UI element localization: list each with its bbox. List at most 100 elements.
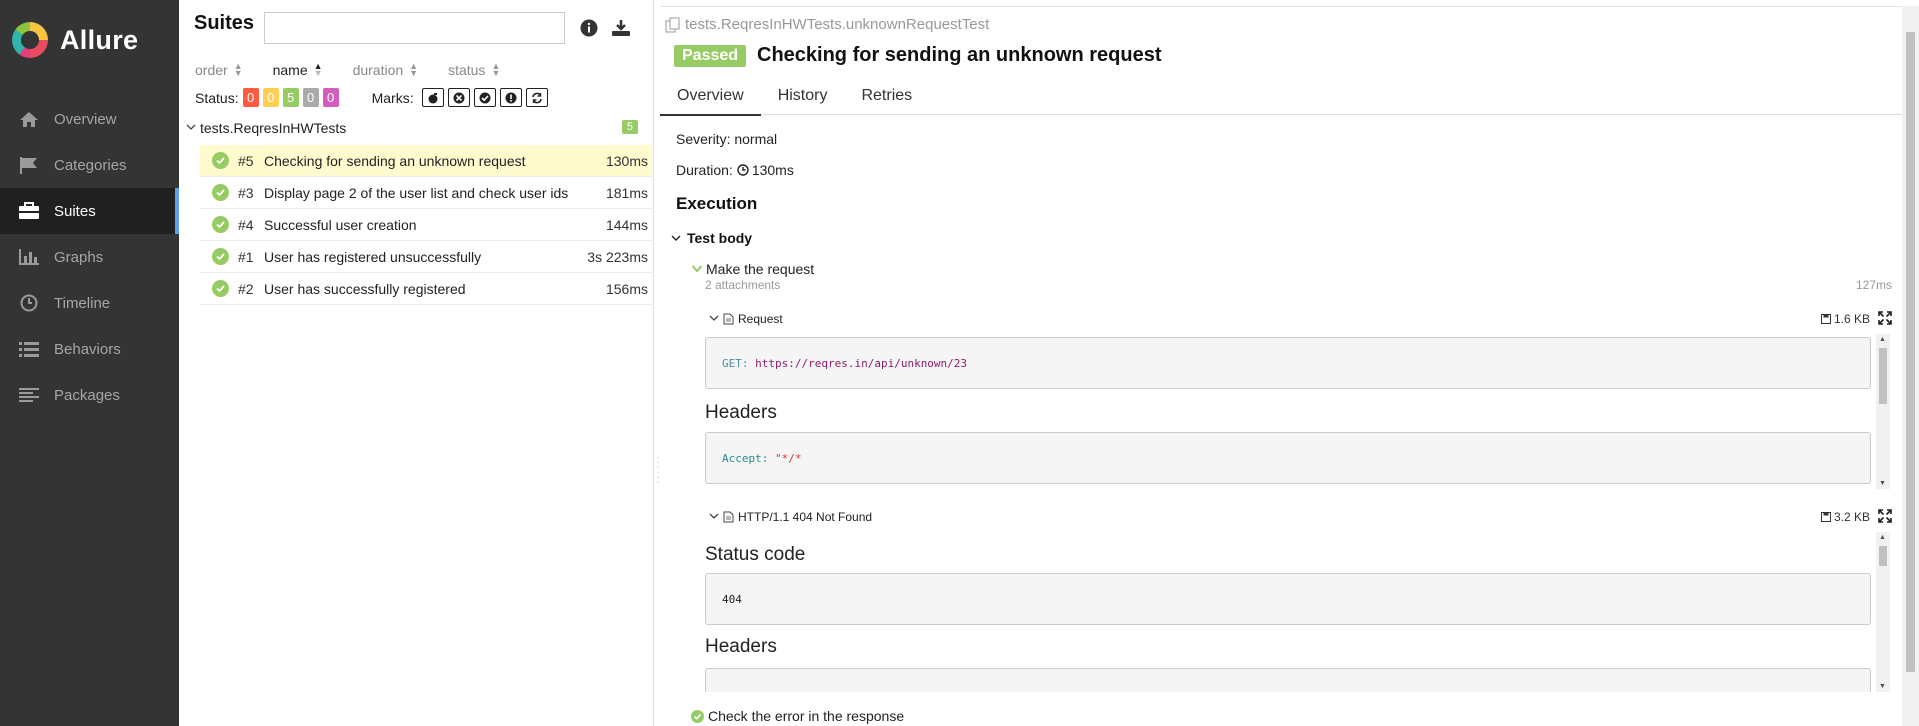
test-duration: 130ms xyxy=(605,152,648,169)
tab-overview[interactable]: Overview xyxy=(660,81,761,116)
sidebar-nav: Overview Categories Suites Graphs Timeli… xyxy=(0,96,179,418)
headers-heading: Headers xyxy=(705,402,777,423)
clock-icon xyxy=(18,294,40,312)
brand[interactable]: Allure xyxy=(12,22,138,58)
sort-icon: ▲ ▼ xyxy=(233,61,243,78)
attachment-response-frame[interactable]: Status code 404 Headers ▲ ▼ xyxy=(705,532,1890,692)
search-input[interactable] xyxy=(264,12,565,44)
sidebar-item-behaviors[interactable]: Behaviors xyxy=(0,326,179,372)
test-row[interactable]: #2 User has successfully registered 156ms xyxy=(200,273,652,305)
info-icon[interactable] xyxy=(578,17,600,39)
sort-order[interactable]: order ▲ ▼ xyxy=(195,61,243,79)
passed-check-icon xyxy=(691,709,704,723)
sidebar-item-label: Graphs xyxy=(54,248,104,266)
copy-icon[interactable] xyxy=(665,16,681,33)
expand-icon[interactable] xyxy=(1878,509,1892,523)
sidebar-item-label: Packages xyxy=(54,386,120,404)
chevron-down-icon xyxy=(709,512,719,523)
test-row[interactable]: #4 Successful user creation 144ms xyxy=(200,209,652,241)
test-name: User has successfully registered xyxy=(264,280,466,297)
sort-status[interactable]: status ▲ ▼ xyxy=(448,61,501,79)
expand-icon[interactable] xyxy=(1878,311,1892,325)
sort-name[interactable]: name ▲ ▼ xyxy=(272,62,323,79)
sort-bar: order ▲ ▼ name ▲ ▼ duration ▲ ▼ status ▲ ▼ xyxy=(195,61,530,79)
allure-logo-icon xyxy=(12,22,48,58)
sort-duration[interactable]: duration ▲ ▼ xyxy=(353,61,419,79)
status-badge-skipped[interactable]: 0 xyxy=(302,88,319,107)
sort-icon: ▲ ▼ xyxy=(409,61,419,78)
briefcase-icon xyxy=(18,202,40,220)
test-row[interactable]: #1 User has registered unsuccessfully 3s 2… xyxy=(200,241,652,273)
duration-label: Duration: xyxy=(676,162,733,178)
passed-check-icon xyxy=(212,248,229,265)
suite-group-header[interactable]: tests.ReqresInHWTests 5 xyxy=(186,117,638,139)
sort-icon: ▲ ▼ xyxy=(491,61,501,78)
tab-history[interactable]: History xyxy=(761,81,845,115)
download-icon[interactable] xyxy=(610,17,632,39)
bar-chart-icon xyxy=(18,248,40,266)
chevron-down-icon xyxy=(671,234,681,242)
request-headers: Accept: "*/* xyxy=(705,432,1871,484)
step-check-error[interactable]: Check the error in the response xyxy=(691,708,904,724)
file-icon xyxy=(723,313,734,325)
marks-label: Marks: xyxy=(371,89,414,106)
status-code-box: 404 xyxy=(705,573,1871,625)
attachment-response-header[interactable]: HTTP/1.1 404 Not Found 3.2 KB xyxy=(709,506,1892,528)
retries-mark-icon[interactable] xyxy=(525,88,548,107)
status-label: Status: xyxy=(195,89,239,106)
passed-check-icon xyxy=(212,152,229,169)
passed-check-icon xyxy=(212,184,229,201)
test-duration: 181ms xyxy=(605,184,648,201)
flaky-mark-icon[interactable] xyxy=(421,88,444,107)
test-full-path: tests.ReqresInHWTests.unknownRequestTest xyxy=(665,16,989,33)
test-row[interactable]: #3 Display page 2 of the user list and ch… xyxy=(200,177,652,209)
status-badge: Passed xyxy=(674,45,747,67)
sidebar-item-categories[interactable]: Categories xyxy=(0,142,179,188)
attachment-name: Request xyxy=(738,312,783,326)
sidebar-item-overview[interactable]: Overview xyxy=(0,96,179,142)
pane-title: Suites xyxy=(194,12,255,34)
status-filter: Status: 0 0 5 0 0 Marks: xyxy=(195,88,548,107)
test-duration: 156ms xyxy=(605,280,648,297)
attachment-request-frame[interactable]: GET: https://reqres.in/api/unknown/23 He… xyxy=(705,334,1890,489)
save-icon xyxy=(1820,512,1831,522)
suite-group-count: 5 xyxy=(621,120,638,134)
test-body-label: Test body xyxy=(687,230,753,246)
status-badge-passed[interactable]: 5 xyxy=(282,88,299,107)
sidebar-item-graphs[interactable]: Graphs xyxy=(0,234,179,280)
test-title: Checking for sending an unknown request xyxy=(757,44,1162,66)
flag-icon xyxy=(18,156,40,174)
attachment-size: 3.2 KB xyxy=(1820,510,1870,524)
tab-retries[interactable]: Retries xyxy=(844,81,929,115)
attachment-request-header[interactable]: Request 1.6 KB xyxy=(709,308,1892,330)
new-passed-mark-icon[interactable] xyxy=(473,88,496,107)
sort-label: name xyxy=(272,62,308,78)
attachments-count: 2 attachments xyxy=(705,278,781,292)
attachment-size: 1.6 KB xyxy=(1820,312,1870,326)
sidebar-item-packages[interactable]: Packages xyxy=(0,372,179,418)
test-row[interactable]: #5 Checking for sending an unknown reques… xyxy=(200,145,652,177)
status-badge-broken[interactable]: 0 xyxy=(262,88,279,107)
test-body-header[interactable]: Test body xyxy=(671,230,752,246)
headers-heading: Headers xyxy=(705,636,777,657)
frame-scrollbar[interactable]: ▲ ▼ xyxy=(1876,532,1890,692)
status-badge-failed[interactable]: 0 xyxy=(242,88,259,107)
step-make-request[interactable]: Make the request xyxy=(691,261,814,277)
test-name: Display page 2 of the user list and chec… xyxy=(264,184,569,201)
sidebar-item-suites[interactable]: Suites xyxy=(0,188,179,234)
test-number: #5 xyxy=(238,152,254,169)
clock-icon xyxy=(737,164,749,176)
test-duration: 3s 223ms xyxy=(587,248,648,265)
page-scrollbar[interactable] xyxy=(1902,6,1919,726)
status-badge-unknown[interactable]: 0 xyxy=(322,88,339,107)
execution-heading: Execution xyxy=(676,194,758,213)
test-path-text: tests.ReqresInHWTests.unknownRequestTest xyxy=(685,16,990,33)
new-broken-mark-icon[interactable] xyxy=(499,88,522,107)
request-url: https://reqres.in/api/unknown/23 xyxy=(755,357,968,370)
frame-scrollbar[interactable]: ▲ ▼ xyxy=(1876,334,1890,489)
new-failed-mark-icon[interactable] xyxy=(447,88,470,107)
align-left-icon xyxy=(18,386,40,404)
sidebar-item-timeline[interactable]: Timeline xyxy=(0,280,179,326)
http-method: GET xyxy=(722,357,742,370)
sidebar-item-label: Overview xyxy=(54,110,117,128)
